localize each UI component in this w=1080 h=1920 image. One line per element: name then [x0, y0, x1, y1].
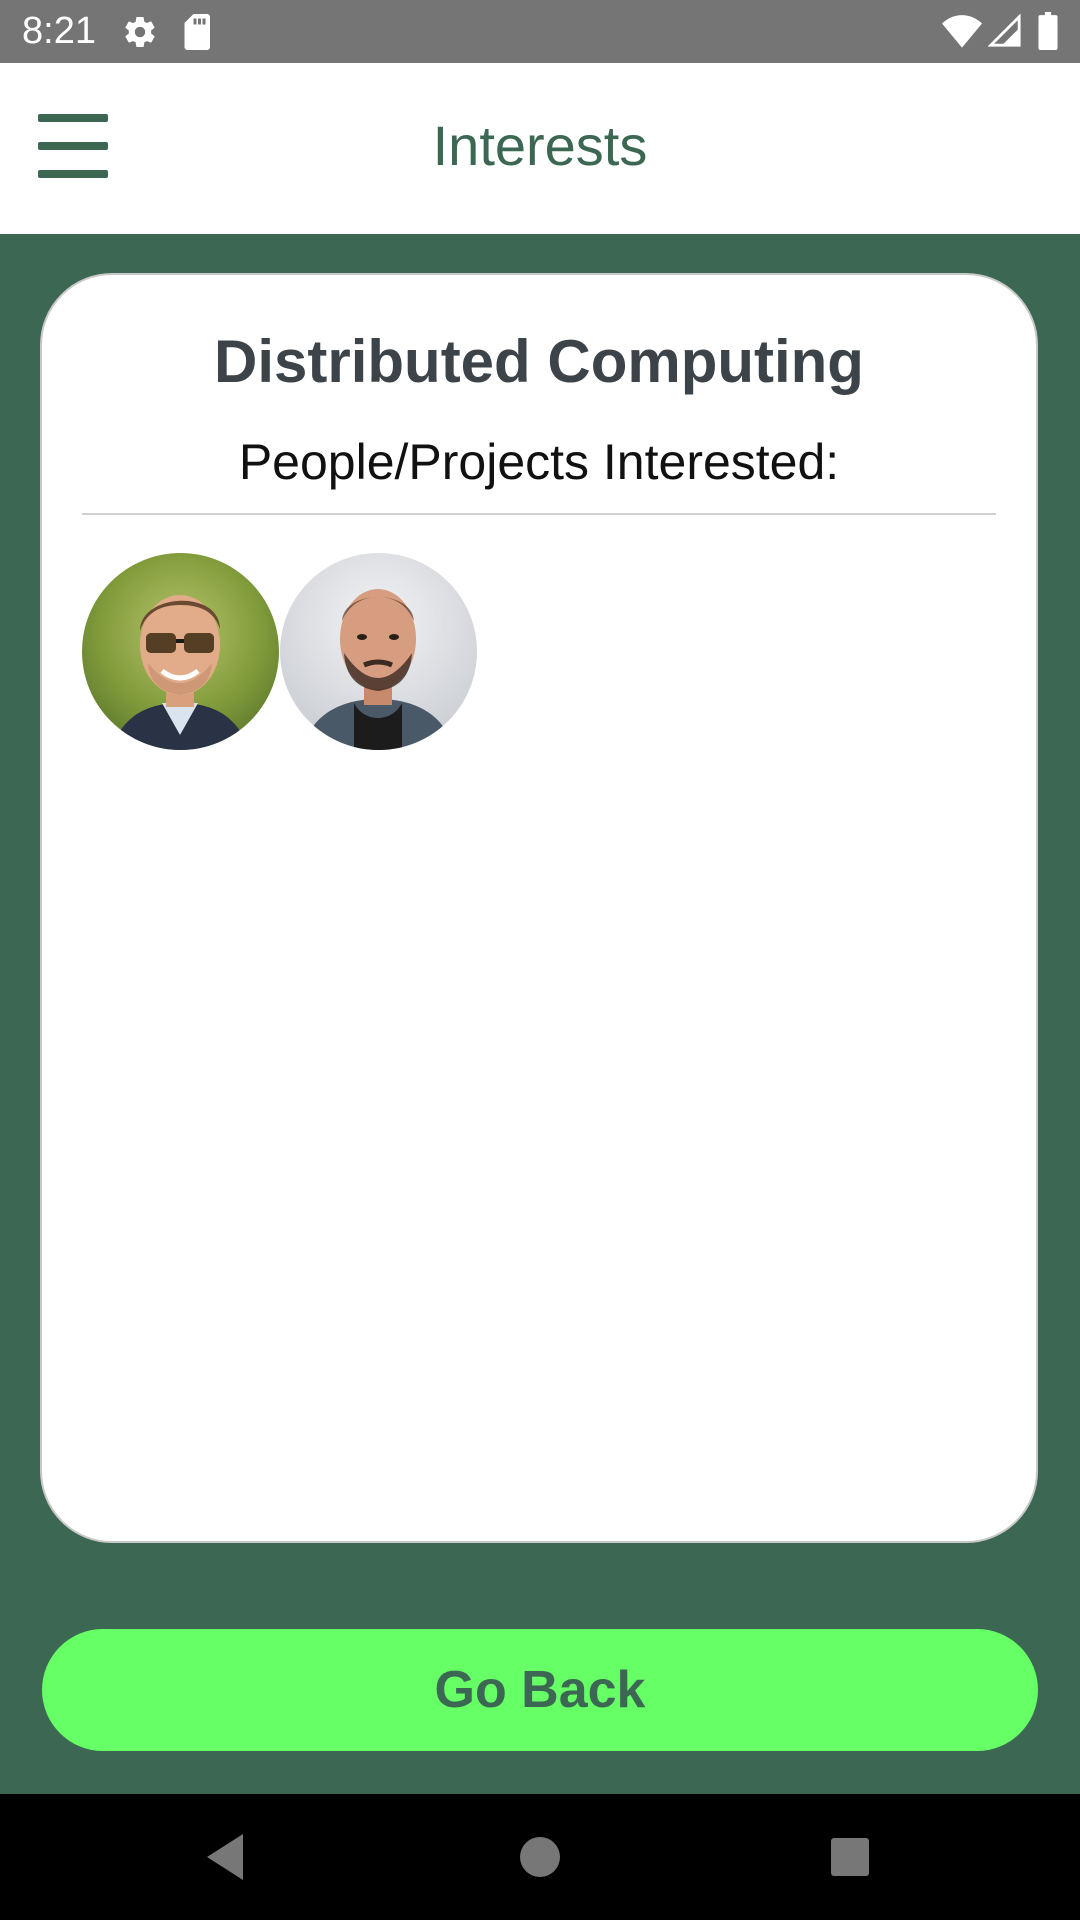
interest-card: Distributed Computing People/Projects In… — [40, 273, 1038, 1543]
divider — [82, 513, 996, 515]
avatar[interactable] — [82, 553, 279, 750]
signal-icon — [987, 13, 1022, 53]
back-icon[interactable] — [165, 1794, 285, 1920]
status-time: 8:21 — [22, 10, 96, 52]
wifi-icon — [942, 14, 982, 53]
interest-title: Distributed Computing — [214, 328, 864, 395]
sd-card-icon — [182, 14, 214, 55]
system-nav-bar — [0, 1794, 1080, 1920]
avatar[interactable] — [280, 553, 477, 750]
home-icon[interactable] — [480, 1794, 600, 1920]
app-bar: Interests — [0, 63, 1080, 234]
interested-subtitle: People/Projects Interested: — [238, 434, 840, 490]
page-title: Interests — [432, 114, 648, 177]
gear-icon — [122, 14, 158, 55]
go-back-button[interactable]: Go Back — [42, 1629, 1038, 1751]
recents-icon[interactable] — [790, 1794, 910, 1920]
battery-icon — [1038, 12, 1058, 55]
status-bar: 8:21 — [0, 0, 1080, 63]
